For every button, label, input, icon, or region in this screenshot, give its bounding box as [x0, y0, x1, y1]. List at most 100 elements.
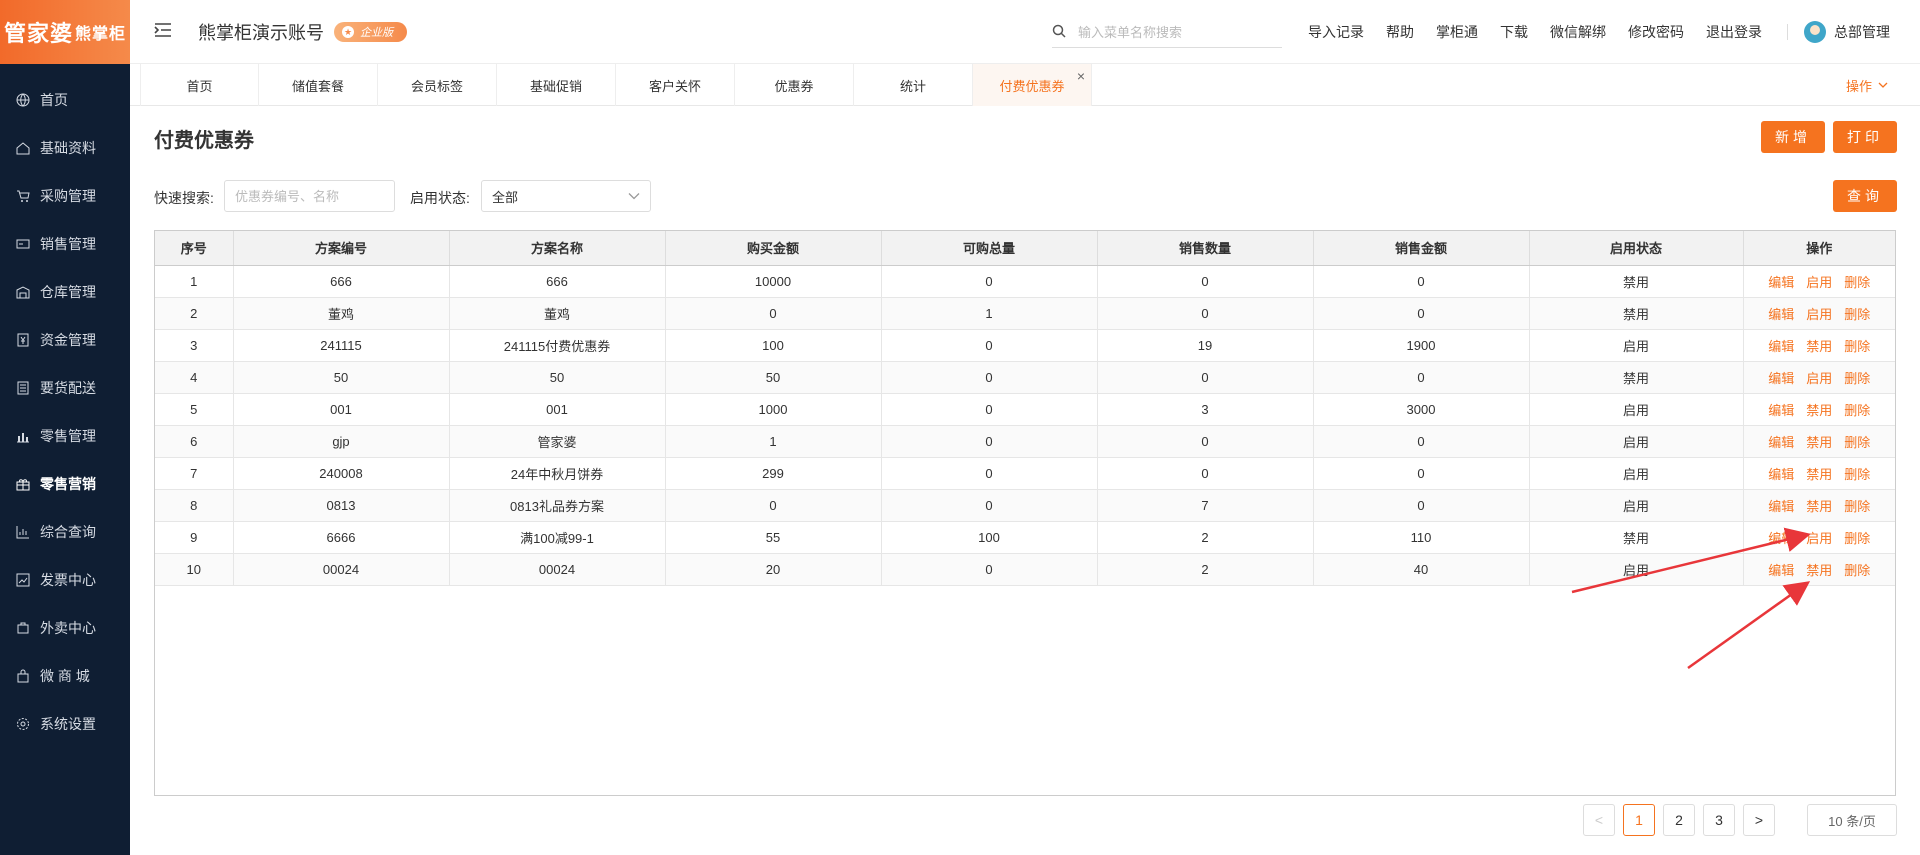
page-number-button[interactable]: 2 — [1663, 804, 1695, 836]
header-link[interactable]: 导入记录 — [1308, 22, 1364, 42]
column-header: 方案名称 — [449, 231, 666, 266]
page-size-select[interactable]: 10 条/页 — [1807, 804, 1897, 836]
add-button[interactable]: 新增 — [1761, 121, 1825, 153]
cell-code: 董鸡 — [233, 297, 450, 330]
tab[interactable]: 储值套餐 — [259, 64, 378, 106]
tab[interactable]: 付费优惠券 × — [973, 64, 1092, 106]
sidebar-item[interactable]: 零售管理 — [0, 412, 130, 460]
row-action-link[interactable]: 删除 — [1844, 563, 1870, 578]
sidebar-item[interactable]: 发票中心 — [0, 556, 130, 604]
header-link[interactable]: 掌柜通 — [1436, 22, 1478, 42]
header-link[interactable]: 修改密码 — [1628, 22, 1684, 42]
sidebar-item-label: 微 商 城 — [40, 668, 90, 684]
tab[interactable]: 会员标签 — [378, 64, 497, 106]
page-number-button[interactable]: 3 — [1703, 804, 1735, 836]
sidebar-item[interactable]: 采购管理 — [0, 172, 130, 220]
tab-label: 客户关怀 — [648, 78, 701, 94]
table-row: 3 241115 241115付费优惠券 100 0 19 1900 启用 编辑 禁用 删除 — [155, 329, 1895, 362]
row-action-link[interactable]: 删除 — [1844, 435, 1870, 450]
prev-page-button[interactable]: < — [1583, 804, 1615, 836]
row-action-link[interactable]: 删除 — [1844, 499, 1870, 514]
row-action-link[interactable]: 删除 — [1844, 307, 1870, 322]
sidebar-item[interactable]: 销售管理 — [0, 220, 130, 268]
page-title: 付费优惠券 — [154, 130, 254, 152]
header-link[interactable]: 下载 — [1500, 22, 1528, 42]
query-button[interactable]: 查询 — [1833, 180, 1897, 212]
print-button[interactable]: 打印 — [1833, 121, 1897, 153]
sidebar-item[interactable]: 微 商 城 — [0, 652, 130, 700]
row-action-link[interactable]: 启用 — [1806, 275, 1832, 290]
row-action-link[interactable]: 禁用 — [1806, 563, 1832, 578]
row-action-link[interactable]: 禁用 — [1806, 499, 1832, 514]
status-select[interactable]: 全部 — [481, 180, 651, 212]
tab-label: 储值套餐 — [291, 78, 344, 94]
sidebar-item[interactable]: 首页 — [0, 76, 130, 124]
row-action-link[interactable]: 删除 — [1844, 275, 1870, 290]
row-action-link[interactable]: 禁用 — [1806, 403, 1832, 418]
sidebar-item[interactable]: 外卖中心 — [0, 604, 130, 652]
menu-search-input[interactable] — [1078, 25, 1268, 40]
header-link[interactable]: 帮助 — [1386, 22, 1414, 42]
row-action-link[interactable]: 删除 — [1844, 339, 1870, 354]
tab-operations-label: 操作 — [1845, 78, 1872, 94]
row-action-link[interactable]: 启用 — [1806, 307, 1832, 322]
header-link[interactable]: 退出登录 — [1706, 22, 1762, 42]
delivery-icon — [16, 621, 30, 635]
row-action-link[interactable]: 编辑 — [1768, 307, 1794, 322]
next-page-button[interactable]: > — [1743, 804, 1775, 836]
row-action-link[interactable]: 删除 — [1844, 531, 1870, 546]
row-action-link[interactable]: 删除 — [1844, 403, 1870, 418]
row-action-link[interactable]: 删除 — [1844, 467, 1870, 482]
tab[interactable]: 统计 — [854, 64, 973, 106]
row-action-link[interactable]: 禁用 — [1806, 435, 1832, 450]
shop-icon — [16, 669, 30, 683]
user-menu[interactable]: 总部管理 — [1787, 0, 1890, 64]
tab[interactable]: 优惠券 — [735, 64, 854, 106]
row-action-link[interactable]: 编辑 — [1768, 467, 1794, 482]
quick-search-input[interactable] — [224, 180, 395, 212]
menu-toggle-icon[interactable] — [154, 22, 174, 41]
row-action-link[interactable]: 启用 — [1806, 371, 1832, 386]
row-action-link[interactable]: 编辑 — [1768, 435, 1794, 450]
edition-badge-label: 企业版 — [360, 26, 393, 39]
row-action-link[interactable]: 启用 — [1806, 531, 1832, 546]
tab[interactable]: 首页 — [140, 64, 259, 106]
row-action-link[interactable]: 编辑 — [1768, 531, 1794, 546]
page-number-button[interactable]: 1 — [1623, 804, 1655, 836]
row-action-link[interactable]: 编辑 — [1768, 275, 1794, 290]
tab[interactable]: 基础促销 — [497, 64, 616, 106]
row-action-link[interactable]: 禁用 — [1806, 339, 1832, 354]
cell-code: 240008 — [233, 457, 450, 490]
row-action-link[interactable]: 禁用 — [1806, 467, 1832, 482]
row-action-link[interactable]: 编辑 — [1768, 339, 1794, 354]
sidebar-item[interactable]: 系统设置 — [0, 700, 130, 748]
row-action-link[interactable]: 编辑 — [1768, 371, 1794, 386]
cell-amount: 20 — [665, 553, 882, 586]
tab-operations-button[interactable]: 操作 — [1846, 64, 1888, 106]
row-action-link[interactable]: 编辑 — [1768, 499, 1794, 514]
cell-actions: 编辑 禁用 删除 — [1743, 425, 1895, 458]
cell-sold: 7 — [1097, 489, 1314, 522]
sidebar-item[interactable]: 资金管理 — [0, 316, 130, 364]
cell-name: 管家婆 — [449, 425, 666, 458]
list-icon — [16, 381, 30, 395]
row-action-link[interactable]: 编辑 — [1768, 403, 1794, 418]
row-action-link[interactable]: 编辑 — [1768, 563, 1794, 578]
cell-amount: 299 — [665, 457, 882, 490]
close-icon[interactable]: × — [1077, 68, 1085, 84]
cell-code: 6666 — [233, 521, 450, 554]
cell-no: 6 — [155, 425, 234, 458]
table-row: 4 50 50 50 0 0 0 禁用 编辑 启用 删除 — [155, 361, 1895, 394]
header-link[interactable]: 微信解绑 — [1550, 22, 1606, 42]
sidebar-item[interactable]: 零售营销 — [0, 460, 130, 508]
tab[interactable]: 客户关怀 — [616, 64, 735, 106]
cell-sales: 0 — [1313, 265, 1530, 298]
cell-sales: 0 — [1313, 297, 1530, 330]
cell-status: 禁用 — [1529, 265, 1744, 298]
sidebar-item[interactable]: 要货配送 — [0, 364, 130, 412]
cell-status: 启用 — [1529, 329, 1744, 362]
sidebar-item[interactable]: 基础资料 — [0, 124, 130, 172]
sidebar-item[interactable]: 仓库管理 — [0, 268, 130, 316]
sidebar-item[interactable]: 综合查询 — [0, 508, 130, 556]
row-action-link[interactable]: 删除 — [1844, 371, 1870, 386]
